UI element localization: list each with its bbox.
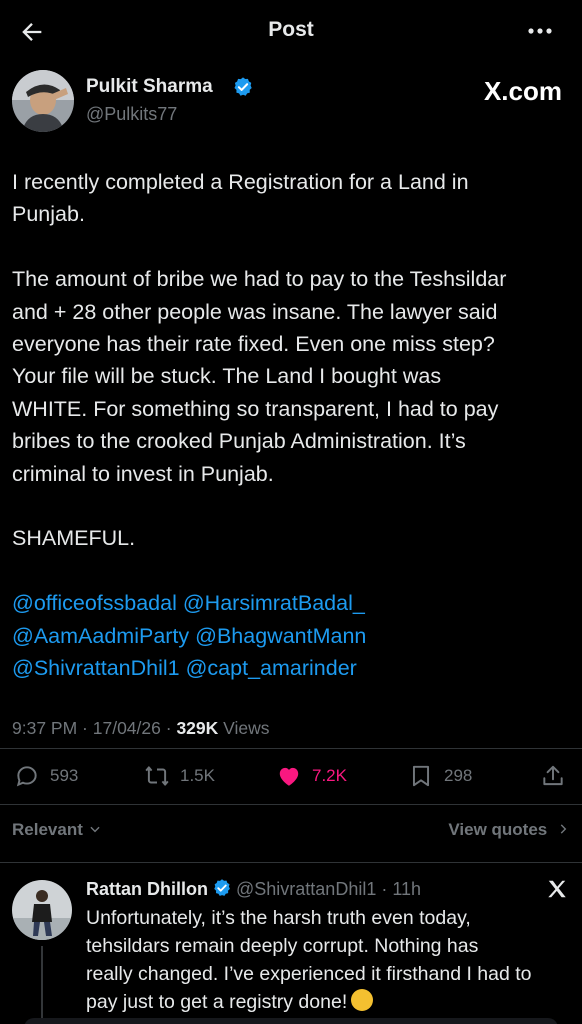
verified-badge-icon bbox=[214, 879, 230, 896]
divider bbox=[0, 804, 582, 805]
thread-line bbox=[41, 946, 43, 1024]
like-button[interactable]: 7.2K bbox=[276, 756, 347, 796]
bookmark-button[interactable]: 298 bbox=[408, 756, 472, 796]
post-line: WHITE. For something so transparent, I h… bbox=[12, 396, 499, 421]
post-line: everyone has their rate fixed. Even one … bbox=[12, 332, 495, 357]
reply-line: tehsildars remain deeply corrupt. Nothin… bbox=[86, 935, 479, 957]
xcom-watermark: X.com bbox=[483, 76, 562, 106]
more-icon[interactable] bbox=[526, 22, 554, 40]
post-text: I recently completed a Registration for … bbox=[12, 166, 572, 684]
mentions-line: @AamAadmiParty @BhagwantMann bbox=[12, 620, 572, 652]
post-meta: 9:37 PM · 17/04/26 · 329K Views bbox=[12, 718, 270, 738]
chevron-down-icon bbox=[90, 826, 100, 833]
reply-header: Rattan Dhillon @ShivrattanDhil1 · 11h bbox=[86, 879, 422, 899]
author-avatar[interactable] bbox=[12, 70, 74, 132]
reply-author-handle[interactable]: @ShivrattanDhil1 bbox=[236, 879, 376, 899]
bookmark-icon bbox=[412, 765, 430, 787]
post-line: I recently completed a Registration for … bbox=[12, 170, 469, 194]
post-line: Punjab. bbox=[12, 202, 85, 227]
post-line: criminal to invest in Punjab. bbox=[12, 461, 274, 486]
mention-link[interactable]: @officeofssbadal bbox=[12, 591, 177, 615]
verified-badge-icon bbox=[234, 77, 252, 96]
action-bar: 593 1.5K 7.2K 298 bbox=[0, 756, 582, 796]
sort-label: Relevant bbox=[12, 820, 83, 839]
chevron-right-icon bbox=[560, 824, 567, 834]
post-line: and + 28 other people was insane. The la… bbox=[12, 299, 498, 324]
bookmark-count: 298 bbox=[444, 766, 473, 785]
post-line: bribes to the crooked Punjab Administrat… bbox=[12, 429, 466, 454]
reply-item[interactable]: Rattan Dhillon @ShivrattanDhil1 · 11h Un… bbox=[12, 874, 572, 1024]
reply-author-name[interactable]: Rattan Dhillon bbox=[86, 879, 208, 899]
x-logo-icon bbox=[548, 880, 566, 898]
sort-dropdown[interactable]: Relevant bbox=[12, 820, 102, 840]
reply-avatar[interactable] bbox=[12, 880, 72, 940]
mention-link[interactable]: @ShivrattanDhil1 bbox=[12, 656, 180, 680]
post-author: Pulkit Sharma @Pulkits77 X.com bbox=[12, 70, 572, 132]
emoji-icon bbox=[351, 989, 374, 1011]
share-icon bbox=[543, 765, 563, 786]
post-line: Your file will be stuck. The Land I boug… bbox=[12, 364, 442, 389]
mentions-line: @officeofssbadal @HarsimratBadal_ bbox=[12, 587, 572, 619]
reply-icon bbox=[16, 766, 37, 787]
mention-link[interactable]: @AamAadmiParty bbox=[12, 624, 189, 648]
mention-link[interactable]: @capt_amarinder bbox=[186, 656, 357, 680]
replies-sort-row: Relevant View quotes bbox=[12, 820, 570, 844]
post-line: The amount of bribe we had to pay to the… bbox=[12, 267, 507, 292]
reply-line: Unfortunately, it’s the harsh truth even… bbox=[86, 907, 471, 929]
reply-count: 593 bbox=[50, 766, 79, 785]
reply-button[interactable]: 593 bbox=[14, 756, 78, 796]
reply-line: really changed. I’ve experienced it firs… bbox=[86, 963, 532, 985]
repost-count: 1.5K bbox=[180, 766, 215, 785]
page-title: Post bbox=[268, 18, 314, 41]
reply-line: pay just to get a registry done! bbox=[86, 991, 348, 1013]
views-count: 329K bbox=[176, 718, 219, 738]
repost-button[interactable]: 1.5K bbox=[144, 756, 215, 796]
heart-icon bbox=[279, 767, 299, 786]
author-name[interactable]: Pulkit Sharma bbox=[86, 76, 213, 98]
post-line: SHAMEFUL. bbox=[12, 526, 136, 551]
top-bar: Post bbox=[0, 0, 582, 62]
post-time: 9:37 PM bbox=[12, 718, 78, 738]
like-count: 7.2K bbox=[312, 766, 347, 785]
share-button[interactable] bbox=[540, 756, 576, 796]
reply-line-wrap: pay just to get a registry done! bbox=[86, 988, 576, 1016]
views-label: Views bbox=[223, 718, 270, 738]
divider bbox=[0, 862, 582, 863]
view-quotes-link[interactable]: View quotes bbox=[448, 820, 570, 840]
reply-time: 11h bbox=[392, 879, 422, 899]
author-handle[interactable]: @Pulkits77 bbox=[86, 104, 177, 125]
mentions-line: @ShivrattanDhil1 @capt_amarinder bbox=[12, 652, 572, 684]
view-quotes-label: View quotes bbox=[448, 820, 548, 839]
divider bbox=[0, 748, 582, 749]
mention-link[interactable]: @HarsimratBadal_ bbox=[183, 591, 365, 615]
reply-compose-bar[interactable] bbox=[24, 1018, 558, 1024]
reply-text: Unfortunately, it’s the harsh truth even… bbox=[86, 904, 576, 1016]
mention-link[interactable]: @BhagwantMann bbox=[195, 624, 366, 648]
post-date: 17/04/26 bbox=[92, 718, 161, 738]
repost-icon bbox=[145, 766, 169, 786]
